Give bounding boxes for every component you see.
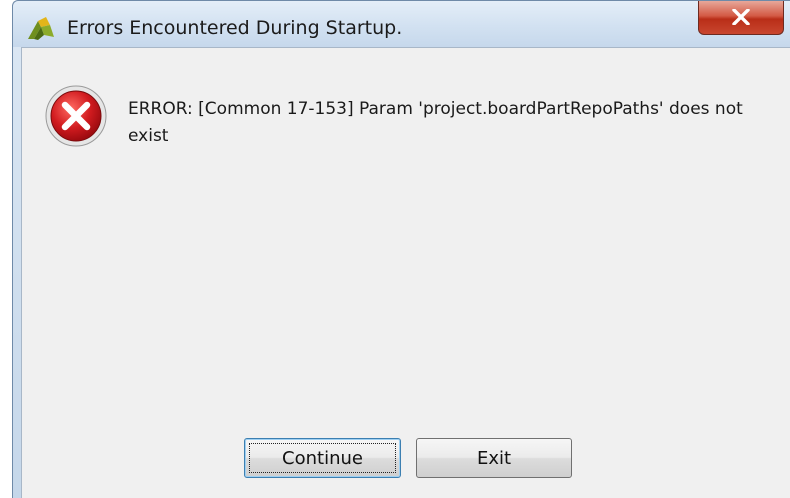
dialog-body: ERROR: [Common 17-153] Param 'project.bo… — [21, 47, 790, 498]
exit-button-label: Exit — [476, 447, 512, 469]
title-bar[interactable]: Errors Encountered During Startup. — [13, 1, 790, 47]
error-message: ERROR: [Common 17-153] Param 'project.bo… — [128, 99, 743, 146]
close-button[interactable] — [698, 1, 784, 35]
close-icon — [732, 9, 750, 25]
error-icon — [44, 84, 108, 148]
dialog-window: Errors Encountered During Startup. ERROR… — [12, 0, 790, 498]
focus-ring — [249, 443, 396, 473]
app-logo-icon — [26, 15, 56, 41]
exit-button[interactable]: Exit — [416, 438, 572, 478]
window-title: Errors Encountered During Startup. — [67, 17, 403, 39]
continue-button[interactable]: Continue — [244, 438, 401, 478]
